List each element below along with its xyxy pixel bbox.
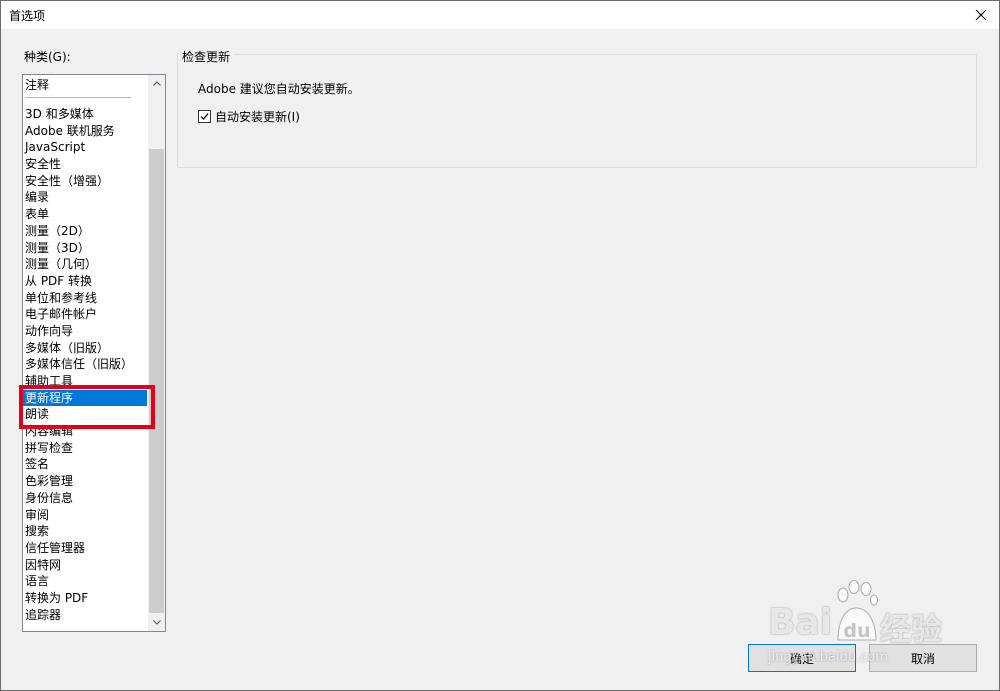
watermark-jingyan: 经验 [880,612,942,648]
category-item[interactable]: 编录 [23,189,147,206]
category-item[interactable]: 信任管理器 [23,540,147,557]
category-item[interactable]: 安全性 [23,156,147,173]
category-item[interactable]: 多媒体（旧版） [23,340,147,357]
category-item[interactable]: 表单 [23,206,147,223]
category-item[interactable]: 安全性（增强） [23,173,147,190]
category-item[interactable]: 内容编辑 [23,423,147,440]
category-item[interactable]: 测量（2D） [23,223,147,240]
chevron-down-icon [152,620,161,625]
watermark-du: du [843,620,870,642]
category-item[interactable]: 多媒体信任（旧版） [23,356,147,373]
scroll-up-button[interactable] [148,75,165,92]
ok-button-label: 确定 [789,651,814,666]
category-item[interactable]: 因特网 [23,557,147,574]
paw-icon: du [837,580,878,642]
recommend-text: Adobe 建议您自动安装更新。 [198,82,360,96]
category-item[interactable]: 色彩管理 [23,473,147,490]
category-item[interactable]: 转换为 PDF [23,590,147,607]
auto-install-label: 自动安装更新(I) [215,110,300,124]
category-item[interactable]: 审阅 [23,507,147,524]
category-item[interactable]: 搜索 [23,523,147,540]
category-item[interactable]: 朗读 [23,406,147,423]
list-separator [25,97,131,98]
auto-install-checkbox-row[interactable]: 自动安装更新(I) [198,108,300,125]
category-item[interactable]: 追踪器 [23,607,147,624]
category-item[interactable]: 测量（几何） [23,256,147,273]
category-item[interactable]: 注释 [23,75,147,97]
ok-button[interactable]: 确定 [748,644,856,672]
category-listbox[interactable]: 注释 3D 和多媒体 Adobe 联机服务 JavaScript 安全性 安全性（增强）编… [22,74,166,632]
category-item[interactable]: 身份信息 [23,490,147,507]
chevron-up-icon [152,81,161,86]
category-item[interactable]: 签名 [23,456,147,473]
category-item[interactable]: 动作向导 [23,323,147,340]
category-label: 种类(G): [24,50,71,64]
auto-install-checkbox[interactable] [198,110,211,123]
category-item[interactable]: JavaScript [23,139,147,156]
category-item[interactable]: 电子邮件帐户 [23,306,147,323]
category-list[interactable]: 注释 3D 和多媒体 Adobe 联机服务 JavaScript 安全性 安全性（增强）编… [23,75,147,623]
category-item[interactable]: 单位和参考线 [23,290,147,307]
category-item[interactable]: Adobe 联机服务 [23,123,147,140]
title-bar: 首选项 [1,1,999,29]
category-item[interactable]: 语言 [23,573,147,590]
category-item[interactable]: 从 PDF 转换 [23,273,147,290]
cancel-button[interactable]: 取消 [869,644,977,672]
scroll-down-button[interactable] [148,614,165,631]
window-title: 首选项 [9,9,46,23]
checkmark-icon [200,113,209,120]
category-item[interactable]: 拼写检查 [23,440,147,457]
close-icon [975,9,987,21]
close-button[interactable] [969,3,993,27]
watermark-brand: Bai [768,602,833,643]
vertical-scrollbar[interactable] [148,75,165,631]
scroll-thumb[interactable] [149,149,164,613]
group-title: 检查更新 [178,48,235,64]
category-item[interactable]: 更新程序 [23,389,147,407]
cancel-button-label: 取消 [910,651,935,666]
category-item[interactable]: 辅助工具 [23,373,147,390]
category-item[interactable]: 3D 和多媒体 [23,106,147,123]
category-item[interactable]: 测量（3D） [23,240,147,257]
